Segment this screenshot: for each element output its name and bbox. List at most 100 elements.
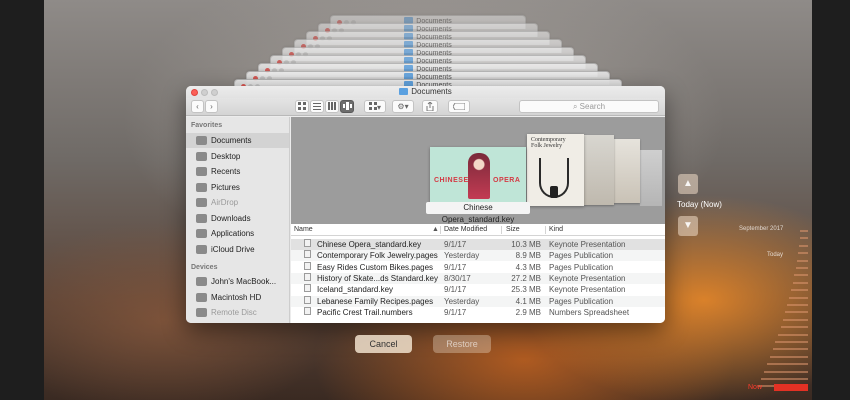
timeline-tick[interactable]	[781, 326, 808, 329]
thumbnail-title-right: OPERA	[493, 177, 521, 184]
pictures-icon	[196, 182, 207, 192]
window-title: Documents	[411, 87, 452, 96]
sidebar-item-applications[interactable]: Applications	[186, 226, 289, 241]
document-icon	[304, 272, 311, 281]
finder-window: Documents ‹ › ▾ ⚙▾ ⌕ Search Favorites Do…	[186, 86, 665, 323]
sidebar-item-label: AirDrop	[211, 198, 239, 207]
share-icon	[426, 101, 434, 112]
timeline-tick[interactable]	[800, 230, 808, 232]
sidebar-item-label: Pictures	[211, 182, 240, 192]
timeline-tick[interactable]	[787, 304, 808, 306]
column-view-button[interactable]	[325, 100, 339, 113]
sidebar-item-pictures[interactable]: Pictures	[186, 180, 289, 195]
action-button[interactable]: ⚙▾	[392, 100, 414, 113]
downloads-icon	[196, 213, 207, 223]
timeline-tick[interactable]	[767, 363, 808, 366]
file-name: Easy Rides Custom Bikes.pages	[317, 262, 434, 272]
file-date: Yesterday	[444, 251, 480, 261]
list-view-icon	[313, 103, 321, 110]
sidebar: Favorites Documents Desktop Recents Picture…	[186, 117, 290, 323]
sidebar-item-desktop[interactable]: Desktop	[186, 149, 289, 164]
column-header-kind[interactable]: Kind	[549, 224, 563, 236]
file-row[interactable]: Pacific Crest Trail.numbers 9/1/17 2.9 MB N…	[291, 306, 665, 318]
document-thumbnail[interactable]	[614, 139, 640, 203]
cover-flow-icon	[342, 102, 352, 110]
file-row[interactable]: Iceland_standard.key 9/1/17 25.3 MB Keynote…	[291, 284, 665, 295]
sidebar-item-documents[interactable]: Documents	[186, 133, 289, 148]
timeline-tick[interactable]	[773, 348, 808, 351]
folder-icon	[399, 88, 409, 95]
file-date: 9/1/17	[444, 240, 467, 249]
sidebar-item-recents[interactable]: Recents	[186, 164, 289, 179]
file-row[interactable]: Easy Rides Custom Bikes.pages 9/1/17 4.3 M…	[291, 261, 665, 273]
timeline-tick[interactable]	[761, 378, 808, 380]
timeline-tick[interactable]	[794, 274, 808, 277]
document-thumbnail-jewelry[interactable]: Contemporary Folk Jewelry	[527, 134, 584, 206]
column-header-date[interactable]: Date Modified	[444, 224, 487, 236]
timeline-tick[interactable]	[775, 341, 808, 343]
restore-button[interactable]: Restore	[433, 335, 491, 353]
sidebar-item-label: John's MacBook...	[211, 277, 277, 286]
sidebar-item-macintosh-hd[interactable]: Macintosh HD	[186, 290, 289, 305]
timeline-tick[interactable]	[785, 311, 808, 314]
timeline-tick[interactable]	[793, 281, 808, 284]
opera-portrait-image	[468, 153, 490, 199]
file-size: 4.3 MB	[515, 262, 541, 272]
file-row[interactable]: Contemporary Folk Jewelry.pages Yesterday…	[291, 250, 665, 262]
zoom-button[interactable]	[211, 89, 218, 96]
timeline-label-now[interactable]: Now	[748, 384, 762, 392]
sidebar-item-remote-disc[interactable]: Remote Disc	[186, 305, 289, 320]
timeline-tick[interactable]	[797, 259, 808, 262]
document-thumbnail-chinese-opera[interactable]: CHINESE OPERA	[430, 147, 526, 202]
column-divider[interactable]	[501, 226, 502, 234]
sidebar-item-john-s-macbook-[interactable]: John's MacBook...	[186, 274, 289, 289]
document-thumbnail[interactable]	[640, 150, 662, 206]
share-button[interactable]	[422, 100, 438, 113]
tags-button[interactable]	[448, 100, 470, 113]
older-snapshot-button[interactable]: ▲	[678, 174, 698, 194]
search-input[interactable]: ⌕ Search	[519, 100, 659, 113]
sidebar-item-downloads[interactable]: Downloads	[186, 211, 289, 226]
file-kind: Numbers Spreadsheet	[549, 307, 630, 317]
cover-flow-view-button[interactable]	[340, 100, 354, 113]
sidebar-item-icloud-drive[interactable]: iCloud Drive	[186, 242, 289, 257]
column-header-name[interactable]: Name	[294, 224, 313, 236]
timeline-tick[interactable]	[789, 296, 808, 299]
column-header-size[interactable]: Size	[506, 224, 520, 236]
forward-button[interactable]: ›	[205, 100, 218, 113]
timeline-tick[interactable]	[796, 267, 808, 269]
timeline-tick[interactable]	[800, 237, 808, 240]
timeline-tick[interactable]	[778, 333, 808, 336]
column-divider[interactable]	[545, 226, 546, 234]
file-name: Chinese Opera_standard.key	[317, 240, 422, 249]
timeline-tick[interactable]	[798, 252, 808, 255]
file-row[interactable]: History of Skate...ds Standard.key 8/30/1…	[291, 272, 665, 284]
timeline-now-marker[interactable]	[774, 384, 808, 391]
laptop-icon	[196, 277, 207, 286]
newer-snapshot-button[interactable]: ▼	[678, 216, 698, 236]
file-list: Name ▲ Date Modified Size Kind Chinese O…	[291, 224, 665, 323]
list-view-button[interactable]	[310, 100, 324, 113]
timeline-tick[interactable]	[799, 244, 808, 247]
icon-view-button[interactable]	[295, 100, 309, 113]
minimize-button[interactable]	[201, 89, 208, 96]
timeline-tick[interactable]	[770, 355, 808, 358]
arrange-button[interactable]: ▾	[364, 100, 386, 113]
sidebar-item-airdrop[interactable]: AirDrop	[186, 195, 289, 210]
column-divider[interactable]	[440, 226, 441, 234]
disk-icon	[196, 292, 207, 302]
timeline-tick[interactable]	[764, 370, 808, 373]
file-row[interactable]: Lebanese Family Recipes.pages Yesterday 4.…	[291, 295, 665, 307]
back-button[interactable]: ‹	[191, 100, 204, 113]
timeline-label-today[interactable]: Today	[767, 252, 783, 258]
cancel-button[interactable]: Cancel	[355, 335, 412, 353]
file-row[interactable]: Chinese Opera_standard.key 9/1/17 10.3 MB K…	[291, 239, 665, 250]
document-thumbnail[interactable]	[584, 135, 614, 205]
timeline-label-september[interactable]: September 2017	[739, 226, 783, 232]
close-button[interactable]	[191, 89, 198, 96]
cover-flow-preview[interactable]: Contemporary Folk Jewelry CHINESE OPERA …	[291, 117, 665, 224]
timeline-tick[interactable]	[791, 289, 808, 292]
column-view-icon	[328, 102, 336, 110]
file-name: History of Skate...ds Standard.key	[317, 273, 438, 283]
timeline-tick[interactable]	[783, 318, 808, 321]
